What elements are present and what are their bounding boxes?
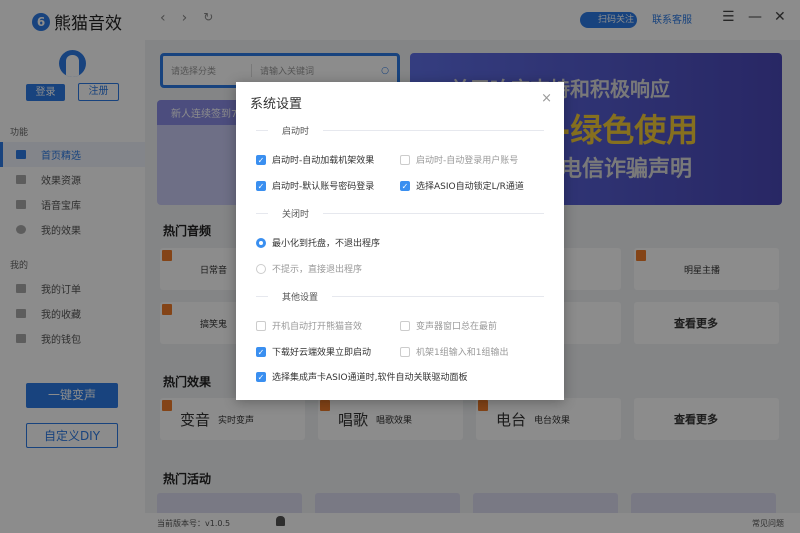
section-other: 其他设置: [268, 290, 333, 303]
checkbox-unchecked-icon[interactable]: [400, 346, 410, 357]
checkbox-unchecked-icon[interactable]: [400, 320, 410, 331]
section-close: 关闭时: [268, 207, 324, 220]
option-label: 开机自动打开熊猫音效: [272, 322, 363, 332]
checkbox-checked-icon[interactable]: ✓: [256, 180, 266, 191]
option-label: 下载好云端效果立即启动: [272, 348, 372, 358]
radio-minimize-to-tray[interactable]: 最小化到托盘，不退出程序: [256, 236, 380, 249]
option-label: 选择集成声卡ASIO通道时,软件自动关联驱动面板: [272, 373, 468, 383]
dialog-title: 系统设置: [250, 97, 303, 112]
section-startup: 启动时: [268, 124, 324, 137]
checkbox-checked-icon[interactable]: ✓: [400, 180, 410, 191]
option-label: 启动时-默认账号密码登录: [272, 182, 375, 192]
system-settings-dialog: 系统设置 × 启动时 ✓ 启动时-自动加载机架效果 启动时-自动登录用户账号 ✓ 启…: [236, 82, 564, 400]
option-label: 变声器窗口总在最前: [416, 322, 498, 332]
option-label: 启动时-自动登录用户账号: [416, 156, 519, 166]
checkbox-rack-single-io[interactable]: 机架1组输入和1组输出: [400, 345, 508, 358]
option-label: 不提示，直接退出程序: [272, 265, 363, 275]
option-label: 启动时-自动加载机架效果: [272, 156, 375, 166]
checkbox-launch-on-boot[interactable]: 开机自动打开熊猫音效: [256, 319, 362, 332]
checkbox-asio-lock-lr[interactable]: ✓ 选择ASIO自动锁定L/R通道: [400, 179, 524, 192]
option-label: 机架1组输入和1组输出: [416, 348, 509, 358]
radio-exit-directly[interactable]: 不提示，直接退出程序: [256, 262, 362, 275]
radio-unselected-icon[interactable]: [256, 263, 266, 274]
checkbox-default-password-login[interactable]: ✓ 启动时-默认账号密码登录: [256, 179, 374, 192]
checkbox-auto-login[interactable]: 启动时-自动登录用户账号: [400, 153, 518, 166]
checkbox-auto-start-cloud-effects[interactable]: ✓ 下载好云端效果立即启动: [256, 345, 371, 358]
checkbox-checked-icon[interactable]: ✓: [256, 346, 266, 357]
checkbox-checked-icon[interactable]: ✓: [256, 154, 266, 165]
checkbox-unchecked-icon[interactable]: [400, 154, 410, 165]
checkbox-unchecked-icon[interactable]: [256, 320, 266, 331]
radio-selected-icon[interactable]: [256, 237, 266, 248]
checkbox-always-on-top[interactable]: 变声器窗口总在最前: [400, 319, 497, 332]
checkbox-auto-load-rack[interactable]: ✓ 启动时-自动加载机架效果: [256, 153, 374, 166]
option-label: 最小化到托盘，不退出程序: [272, 239, 381, 249]
checkbox-asio-driver-panel[interactable]: ✓ 选择集成声卡ASIO通道时,软件自动关联驱动面板: [256, 370, 467, 383]
checkbox-checked-icon[interactable]: ✓: [256, 371, 266, 382]
close-icon[interactable]: ×: [541, 91, 552, 106]
option-label: 选择ASIO自动锁定L/R通道: [416, 182, 524, 192]
